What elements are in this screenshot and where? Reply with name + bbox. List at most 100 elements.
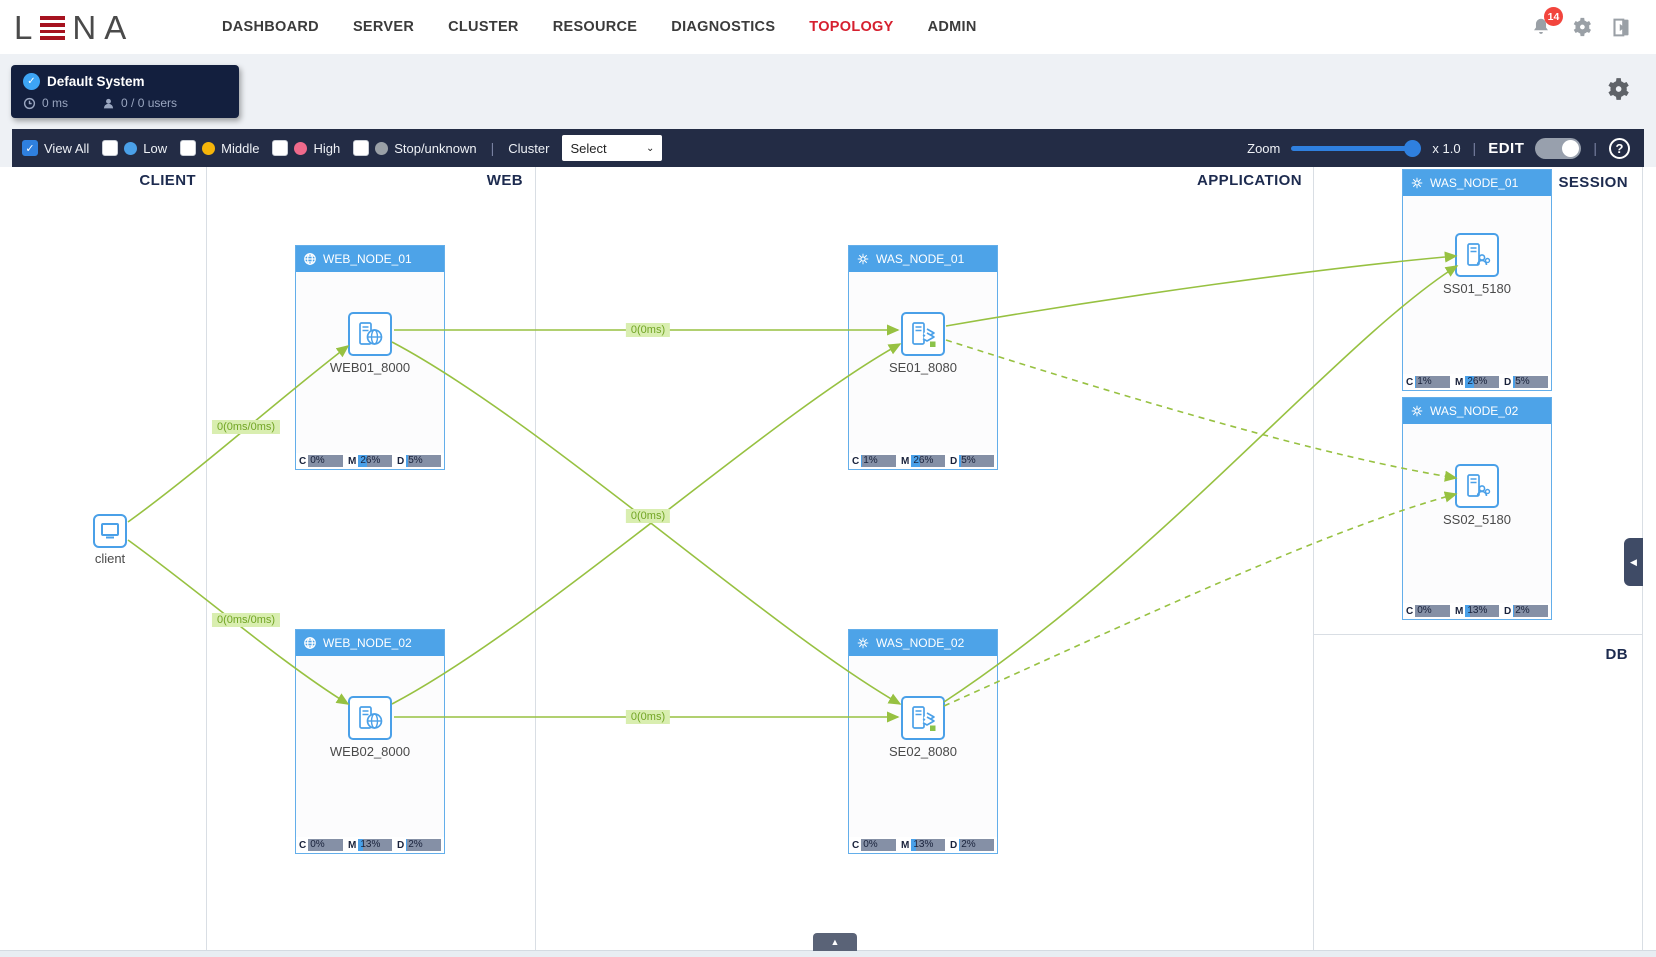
stat-c-label: C xyxy=(299,840,306,851)
web-server-icon xyxy=(348,696,392,740)
view-all-checkbox[interactable]: ✓ xyxy=(22,140,38,156)
stop-unknown-checkbox[interactable] xyxy=(353,140,369,156)
client-computer-icon xyxy=(93,514,127,548)
stat-m-label: M xyxy=(1455,377,1463,388)
node-stats: C0% M13% D2% xyxy=(1403,603,1551,619)
stop-unknown-label: Stop/unknown xyxy=(394,141,476,156)
cluster-select[interactable]: Select ⌄ xyxy=(562,135,662,161)
cluster-mesh-icon xyxy=(856,252,870,266)
nav-item-topology[interactable]: TOPOLOGY xyxy=(809,19,893,35)
node-box-was-node-01[interactable]: WAS_NODE_01 SE01_8080 C1% M26% D5% xyxy=(848,245,998,470)
client-label: client xyxy=(95,551,125,566)
middle-status-dot xyxy=(202,142,215,155)
divider-application-session xyxy=(1313,167,1314,950)
system-band: ✓ Default System 0 ms 0 / 0 users xyxy=(0,54,1656,129)
service-label: SS01_5180 xyxy=(1443,281,1511,296)
filter-middle[interactable]: Middle xyxy=(180,140,259,156)
service-label: WEB02_8000 xyxy=(330,744,410,759)
stat-m-label: M xyxy=(348,840,356,851)
service-ss01-5180[interactable]: SS01_5180 xyxy=(1403,233,1551,296)
logo-letter-a: A xyxy=(104,9,127,47)
collapse-arrow-icon: ◀ xyxy=(1630,557,1637,568)
node-box-web-node-02[interactable]: WEB_NODE_02 WEB02_8000 C0% M13% D2% xyxy=(295,629,445,854)
gear-icon xyxy=(1570,16,1592,38)
nav-item-server[interactable]: SERVER xyxy=(353,19,414,35)
node-header: WEB_NODE_01 xyxy=(296,246,444,272)
cluster-mesh-icon xyxy=(856,636,870,650)
cluster-label: Cluster xyxy=(508,141,549,156)
logout-door-icon xyxy=(1611,17,1632,38)
toolbar-separator: | xyxy=(1472,140,1478,156)
region-label-web: WEB xyxy=(487,172,523,189)
stat-m-bar: 26% xyxy=(1465,376,1499,388)
stat-d-bar: 5% xyxy=(1513,376,1548,388)
filter-view-all[interactable]: ✓ View All xyxy=(22,140,89,156)
service-web01-8000[interactable]: WEB01_8000 xyxy=(296,312,444,375)
topology-settings-button[interactable] xyxy=(1604,76,1630,102)
stat-d-bar: 2% xyxy=(959,839,994,851)
node-box-session-was-node-02[interactable]: WAS_NODE_02 SS02_5180 C0% M13% D2% xyxy=(1402,397,1552,620)
divider-client-web xyxy=(206,167,207,950)
service-ss02-5180[interactable]: SS02_5180 xyxy=(1403,464,1551,527)
bottom-panel-expand-button[interactable]: ▲ xyxy=(813,933,857,951)
nav-item-diagnostics[interactable]: DIAGNOSTICS xyxy=(671,19,775,35)
notifications-button[interactable]: 14 xyxy=(1528,14,1554,40)
service-se01-8080[interactable]: SE01_8080 xyxy=(849,312,997,375)
low-label: Low xyxy=(143,141,167,156)
system-latency: 0 ms xyxy=(42,96,68,110)
filter-high[interactable]: High xyxy=(272,140,340,156)
stat-c-label: C xyxy=(1406,377,1413,388)
settings-button[interactable] xyxy=(1568,14,1594,40)
filter-stop-unknown[interactable]: Stop/unknown xyxy=(353,140,476,156)
logo-bars-icon xyxy=(40,16,65,39)
filter-low[interactable]: Low xyxy=(102,140,167,156)
service-label: SE01_8080 xyxy=(889,360,957,375)
edit-toggle[interactable] xyxy=(1535,138,1581,159)
cluster-select-value: Select xyxy=(570,141,606,156)
service-web02-8000[interactable]: WEB02_8000 xyxy=(296,696,444,759)
high-checkbox[interactable] xyxy=(272,140,288,156)
high-label: High xyxy=(313,141,340,156)
stat-d-bar: 2% xyxy=(406,839,441,851)
view-all-label: View All xyxy=(44,141,89,156)
lena-logo[interactable]: L N A xyxy=(14,9,127,47)
stat-m-label: M xyxy=(901,456,909,467)
node-box-web-node-01[interactable]: WEB_NODE_01 WEB01_8000 C0% M26% D5% xyxy=(295,245,445,470)
node-client[interactable]: client xyxy=(73,514,147,566)
edge-label: 0(0ms/0ms) xyxy=(212,420,280,434)
was-server-icon xyxy=(901,312,945,356)
high-status-dot xyxy=(294,142,307,155)
stat-m-bar: 26% xyxy=(911,455,945,467)
stat-c-label: C xyxy=(852,840,859,851)
help-button[interactable]: ? xyxy=(1609,138,1630,159)
region-label-session: SESSION xyxy=(1559,174,1629,191)
toolbar-separator: | xyxy=(1592,140,1598,156)
stat-d-label: D xyxy=(397,840,404,851)
stat-c-bar: 0% xyxy=(1415,605,1450,617)
nav-item-resource[interactable]: RESOURCE xyxy=(553,19,638,35)
zoom-slider[interactable] xyxy=(1291,146,1413,151)
low-checkbox[interactable] xyxy=(102,140,118,156)
divider-web-application xyxy=(535,167,536,950)
topology-canvas[interactable]: CLIENT WEB APPLICATION SESSION DB client xyxy=(0,167,1656,950)
service-label: SE02_8080 xyxy=(889,744,957,759)
middle-checkbox[interactable] xyxy=(180,140,196,156)
globe-icon xyxy=(303,636,317,650)
session-server-icon xyxy=(1455,464,1499,508)
node-box-session-was-node-01[interactable]: WAS_NODE_01 SS01_5180 C1% M26% D5% xyxy=(1402,169,1552,391)
nav-item-cluster[interactable]: CLUSTER xyxy=(448,19,519,35)
cluster-mesh-icon xyxy=(1410,404,1424,418)
nav-item-admin[interactable]: ADMIN xyxy=(928,19,977,35)
zoom-label: Zoom xyxy=(1247,141,1280,156)
stat-d-label: D xyxy=(1504,377,1511,388)
zoom-slider-thumb[interactable] xyxy=(1404,140,1421,157)
gear-icon xyxy=(1604,76,1630,102)
side-panel-collapse-button[interactable]: ◀ xyxy=(1624,538,1643,586)
node-box-was-node-02[interactable]: WAS_NODE_02 SE02_8080 C0% M13% D2% xyxy=(848,629,998,854)
system-card-default-system[interactable]: ✓ Default System 0 ms 0 / 0 users xyxy=(11,65,239,118)
nav-item-dashboard[interactable]: DASHBOARD xyxy=(222,19,319,35)
service-label: WEB01_8000 xyxy=(330,360,410,375)
divider-session-db xyxy=(1313,634,1642,635)
service-se02-8080[interactable]: SE02_8080 xyxy=(849,696,997,759)
logout-button[interactable] xyxy=(1608,14,1634,40)
